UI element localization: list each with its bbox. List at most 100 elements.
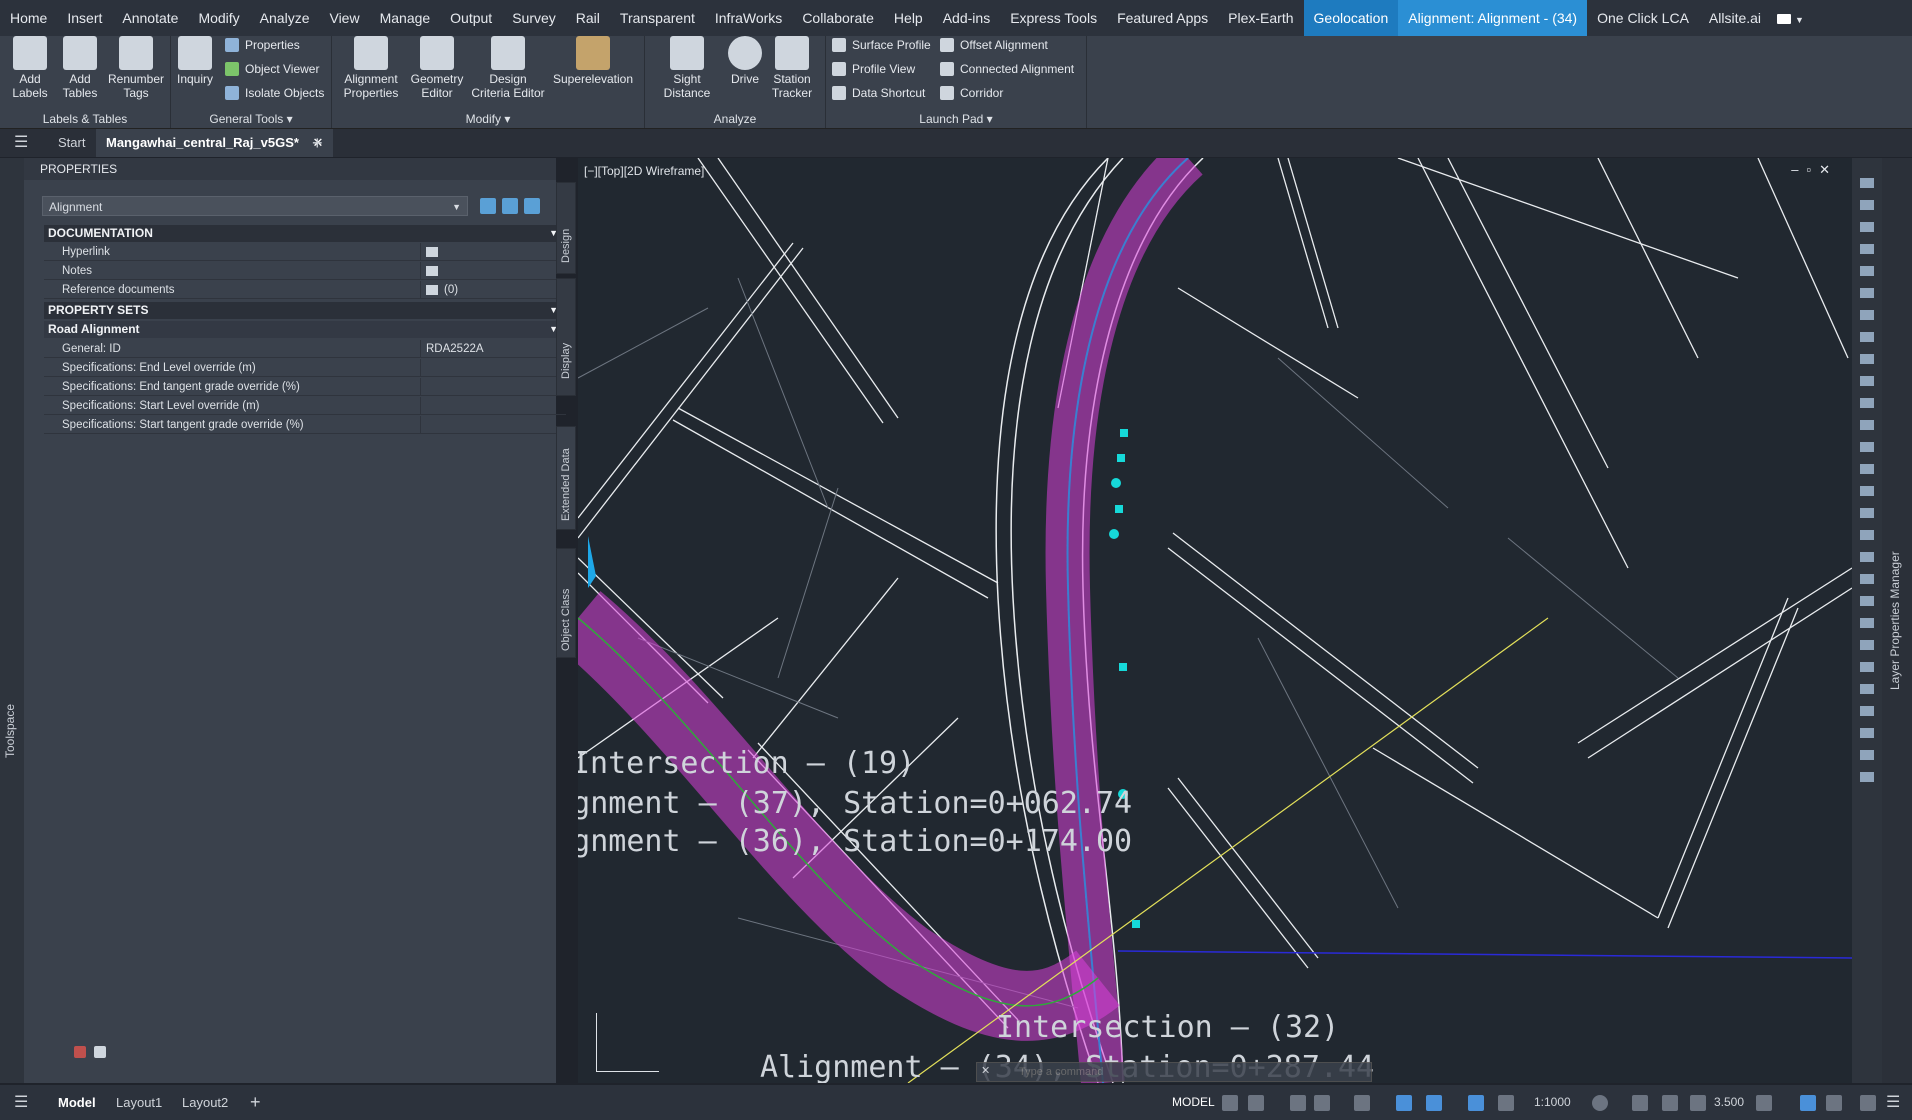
palette-settings-icon[interactable] [94, 1046, 106, 1058]
profile-view-button[interactable]: Profile View [832, 62, 915, 76]
toggle-pickadd-icon[interactable] [524, 198, 540, 214]
app-menu-icon[interactable]: ☰ [14, 129, 28, 157]
notes-icon[interactable] [426, 266, 438, 276]
tab-object-class[interactable]: Object Class [556, 548, 576, 658]
row-reference-documents[interactable]: Reference documents (0) [44, 281, 566, 299]
isolate-objects-button[interactable]: Isolate Objects [225, 86, 324, 100]
row-general-id[interactable]: General: ID RDA2522A [44, 340, 566, 358]
transparency-icon[interactable] [1468, 1095, 1484, 1111]
add-layout-icon[interactable]: + [250, 1085, 261, 1120]
menu-manage[interactable]: Manage [370, 0, 441, 36]
workspace-icon[interactable] [1756, 1095, 1772, 1111]
annotation-monitor-icon[interactable] [1690, 1095, 1706, 1111]
select-objects-icon[interactable] [502, 198, 518, 214]
object-viewer-button[interactable]: Object Viewer [225, 62, 319, 76]
layout-tab-layout1[interactable]: Layout1 [116, 1085, 162, 1120]
menu-allsite[interactable]: Allsite.ai [1699, 0, 1771, 36]
menu-insert[interactable]: Insert [57, 0, 112, 36]
customization-menu-icon[interactable]: ☰ [1886, 1085, 1900, 1120]
inquiry-button[interactable]: Inquiry [175, 36, 215, 86]
viewport-controls[interactable]: –▫✕ [1791, 162, 1838, 178]
palette-footer-icon[interactable] [74, 1046, 86, 1058]
ortho-icon[interactable] [1290, 1095, 1306, 1111]
reference-docs-icon[interactable] [426, 285, 438, 295]
annotation-value[interactable]: 3.500 [1714, 1085, 1744, 1120]
layout-menu-icon[interactable]: ☰ [14, 1085, 28, 1120]
menu-output[interactable]: Output [440, 0, 502, 36]
layout-tab-layout2[interactable]: Layout2 [182, 1085, 228, 1120]
offset-alignment-button[interactable]: Offset Alignment [940, 38, 1048, 52]
menu-one-click-lca[interactable]: One Click LCA [1587, 0, 1699, 36]
station-tracker-button[interactable]: Station Tracker [767, 36, 817, 100]
general-id-value[interactable]: RDA2522A [426, 340, 484, 358]
general-tools-title[interactable]: General Tools ▾ [171, 112, 331, 126]
menu-plex-earth[interactable]: Plex-Earth [1218, 0, 1303, 36]
tab-display[interactable]: Display [556, 278, 576, 396]
grid-icon[interactable] [1222, 1095, 1238, 1111]
renumber-tags-button[interactable]: Renumber Tags [106, 36, 166, 100]
snap-icon[interactable] [1248, 1095, 1264, 1111]
menu-modify[interactable]: Modify [188, 0, 249, 36]
tab-extended-data[interactable]: Extended Data [556, 426, 576, 530]
tab-drawing[interactable]: Mangawhai_central_Raj_v5GS* ✕ [96, 129, 334, 157]
plus-icon[interactable] [1632, 1095, 1648, 1111]
layer-properties-tab[interactable]: Layer Properties Manager [1888, 551, 1902, 690]
annotation-visibility-icon[interactable] [1498, 1095, 1514, 1111]
menu-geolocation[interactable]: Geolocation [1303, 0, 1399, 36]
data-shortcut-button[interactable]: Data Shortcut [832, 86, 925, 100]
section-road-alignment[interactable]: Road Alignment ▼ [44, 321, 566, 338]
layout-tab-model[interactable]: Model [58, 1085, 96, 1120]
osnap-tracking-icon[interactable] [1396, 1095, 1412, 1111]
row-notes[interactable]: Notes [44, 262, 566, 280]
toolspace-tab[interactable]: Toolspace [3, 704, 17, 758]
row-start-grade[interactable]: Specifications: Start tangent grade over… [44, 416, 566, 434]
hardware-acceleration-icon[interactable] [1826, 1095, 1842, 1111]
design-criteria-editor-button[interactable]: Design Criteria Editor [470, 36, 546, 100]
lineweight-icon[interactable] [1426, 1095, 1442, 1111]
gear-icon[interactable] [1592, 1095, 1608, 1111]
osnap-icon[interactable] [1354, 1095, 1370, 1111]
superelevation-button[interactable]: Superelevation [550, 36, 636, 86]
drawing-canvas[interactable]: [−][Top][2D Wireframe] –▫✕ Intersection … [578, 158, 1852, 1083]
menu-addins[interactable]: Add-ins [933, 0, 1000, 36]
polar-icon[interactable] [1314, 1095, 1330, 1111]
new-tab-icon[interactable]: + [312, 129, 323, 157]
connected-alignment-button[interactable]: Connected Alignment [940, 62, 1074, 76]
isolate-icon[interactable] [1662, 1095, 1678, 1111]
row-start-level[interactable]: Specifications: Start Level override (m) [44, 397, 566, 415]
model-space-toggle[interactable]: MODEL [1172, 1085, 1215, 1120]
menu-alignment-contextual[interactable]: Alignment: Alignment - (34) [1398, 0, 1588, 36]
tab-start[interactable]: Start [58, 129, 85, 157]
add-tables-button[interactable]: Add Tables [58, 36, 102, 100]
menu-infraworks[interactable]: InfraWorks [705, 0, 792, 36]
drive-button[interactable]: Drive [725, 36, 765, 86]
properties-button[interactable]: Properties [225, 38, 300, 52]
surface-profile-button[interactable]: Surface Profile [832, 38, 931, 52]
menu-view[interactable]: View [319, 0, 369, 36]
sight-distance-button[interactable]: Sight Distance [649, 36, 725, 100]
command-input[interactable] [1017, 1064, 1361, 1080]
menu-overflow-icon[interactable]: ▼ [1771, 0, 1810, 36]
row-end-grade[interactable]: Specifications: End tangent grade overri… [44, 378, 566, 396]
toolbar-icon-strip[interactable] [1860, 170, 1874, 790]
alignment-properties-button[interactable]: Alignment Properties [338, 36, 404, 100]
menu-survey[interactable]: Survey [502, 0, 566, 36]
annotation-scale[interactable]: 1:1000 [1534, 1085, 1571, 1120]
lock-ui-icon[interactable] [1800, 1095, 1816, 1111]
section-property-sets[interactable]: PROPERTY SETS ▼ [44, 302, 566, 319]
menu-express-tools[interactable]: Express Tools [1000, 0, 1107, 36]
menu-transparent[interactable]: Transparent [610, 0, 705, 36]
hyperlink-icon[interactable] [426, 247, 438, 257]
command-line[interactable]: ✕ [976, 1062, 1372, 1082]
menu-analyze[interactable]: Analyze [250, 0, 320, 36]
menu-featured-apps[interactable]: Featured Apps [1107, 0, 1218, 36]
menu-home[interactable]: Home [0, 0, 57, 36]
row-end-level[interactable]: Specifications: End Level override (m) [44, 359, 566, 377]
menu-help[interactable]: Help [884, 0, 933, 36]
tab-design[interactable]: Design [556, 182, 576, 274]
menu-rail[interactable]: Rail [566, 0, 610, 36]
object-type-select[interactable]: Alignment ▼ [42, 196, 468, 216]
section-documentation[interactable]: DOCUMENTATION ▼ [44, 225, 566, 242]
viewport-label[interactable]: [−][Top][2D Wireframe] [584, 164, 704, 178]
corridor-button[interactable]: Corridor [940, 86, 1003, 100]
